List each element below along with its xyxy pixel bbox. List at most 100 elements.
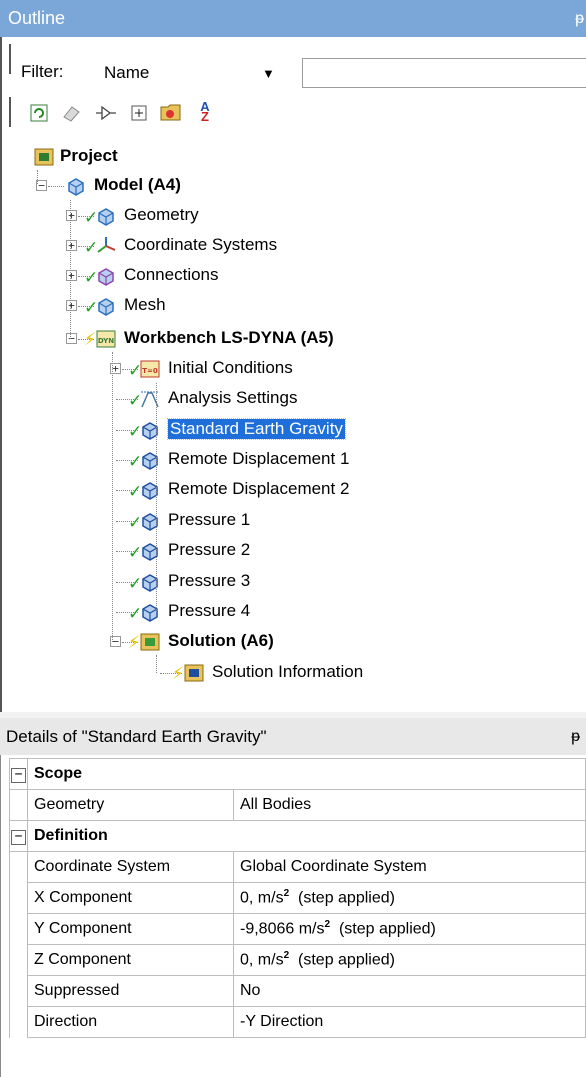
tree-node[interactable]: ✓ Remote Displacement 1 [0, 448, 586, 472]
details-row[interactable]: Geometry All Bodies [9, 789, 586, 821]
tree-node[interactable]: − Model (A4) [0, 174, 586, 198]
details-row-gutter [9, 975, 28, 1007]
svg-text:DYN: DYN [98, 337, 114, 345]
folder-icon[interactable] [160, 101, 182, 123]
tree-node-label: Geometry [124, 205, 199, 224]
details-row-value[interactable]: -9,8066 m/s2 (step applied) [233, 913, 586, 945]
pressure-icon [140, 572, 160, 592]
lsdyna-icon: DYN [96, 329, 116, 349]
details-row-key: Geometry [27, 789, 234, 821]
collapse-icon[interactable]: − [11, 768, 26, 783]
details-row-key: Direction [27, 1006, 234, 1038]
eraser-icon[interactable] [60, 102, 82, 124]
tree-node[interactable]: Project [0, 145, 586, 169]
details-row-value[interactable]: All Bodies [233, 789, 586, 821]
tree-node-label: Analysis Settings [168, 388, 298, 407]
initial-conditions-icon: T=0 [140, 359, 160, 379]
tree-node[interactable]: + ✓ Coordinate Systems [0, 234, 586, 258]
tree-node[interactable]: − ⚡ Solution (A6) [0, 630, 586, 654]
details-section-title: Scope [27, 758, 586, 790]
tree-node-label: Pressure 3 [168, 571, 251, 590]
tree-node[interactable]: ✓ Pressure 4 [0, 600, 586, 624]
coordinate-systems-icon [96, 236, 116, 256]
tree-expander[interactable]: + [66, 240, 77, 251]
pressure-icon [140, 602, 160, 622]
toolbar-grip [9, 97, 11, 127]
graph-icon[interactable] [94, 102, 116, 124]
details-row-key: Coordinate System [27, 851, 234, 883]
tree-node-label: Mesh [124, 295, 166, 314]
tree-node-label: Project [60, 146, 118, 165]
details-row-value[interactable]: 0, m/s2 (step applied) [233, 944, 586, 976]
tree-trunk-line [70, 200, 71, 339]
details-row-value[interactable]: -Y Direction [233, 1006, 586, 1038]
tree-node[interactable]: + ✓ T=0 Initial Conditions [0, 357, 586, 381]
details-value-text: -Y Direction [240, 1013, 324, 1030]
tree-node-label: Remote Displacement 1 [168, 449, 350, 468]
analysis-settings-icon [140, 389, 160, 409]
filter-dropdown[interactable]: Name ▼ [103, 62, 283, 84]
details-row-key: Z Component [27, 944, 234, 976]
collapse-icon[interactable]: − [11, 830, 26, 845]
tree-node-label: Pressure 2 [168, 540, 251, 559]
outline-panel-header: Outline ᵽ [0, 0, 586, 37]
filter-dropdown-value: Name [103, 62, 151, 84]
details-grid: − Scope Geometry All Bodies − Definition Coord… [9, 758, 586, 1038]
refresh-icon[interactable] [28, 102, 50, 124]
filter-search-input[interactable] [302, 58, 586, 88]
tree-node[interactable]: + ✓ Mesh [0, 294, 586, 318]
tree-connector [48, 186, 64, 187]
collapse-toggle[interactable]: − [9, 758, 28, 790]
details-value-suffix: (step applied) [289, 951, 395, 969]
tree-node[interactable]: ✓ Analysis Settings [0, 387, 586, 411]
model-icon [66, 176, 86, 196]
details-row[interactable]: Coordinate System Global Coordinate Syste… [9, 851, 586, 883]
tree-expander[interactable]: + [66, 270, 77, 281]
details-section-row[interactable]: − Definition [9, 820, 586, 852]
tree-node[interactable]: ✓ Pressure 3 [0, 570, 586, 594]
status-pending-icon: ⚡ [172, 664, 184, 683]
solution-information-icon [184, 663, 204, 683]
details-row[interactable]: Z Component 0, m/s2 (step applied) [9, 944, 586, 976]
details-row-gutter [9, 1006, 28, 1038]
tree-trunk-line [37, 170, 38, 184]
tree-node-label: Pressure 4 [168, 601, 251, 620]
tree-trunk-line [156, 383, 157, 612]
details-row[interactable]: Suppressed No [9, 975, 586, 1007]
details-row[interactable]: Y Component -9,8066 m/s2 (step applied) [9, 913, 586, 945]
tree-node[interactable]: ⚡ Solution Information [0, 661, 586, 685]
tree-expander[interactable]: + [66, 210, 77, 221]
tree-node[interactable]: ✓ Pressure 2 [0, 539, 586, 563]
tree-expander[interactable]: − [66, 333, 77, 344]
pressure-icon [140, 511, 160, 531]
details-row-value[interactable]: 0, m/s2 (step applied) [233, 882, 586, 914]
sort-alphabetical-icon[interactable]: AZ [194, 100, 216, 123]
details-row[interactable]: Direction -Y Direction [9, 1006, 586, 1038]
details-section-title: Definition [27, 820, 586, 852]
tree-node[interactable]: + ✓ Geometry [0, 204, 586, 228]
tree-node-label: Solution (A6) [168, 631, 274, 650]
tree-node[interactable]: − ⚡ DYN Workbench LS-DYNA (A5) [0, 327, 586, 351]
expand-all-icon[interactable] [128, 102, 150, 124]
tree-node-label: Remote Displacement 2 [168, 479, 350, 498]
collapse-toggle[interactable]: − [9, 820, 28, 852]
details-section-row[interactable]: − Scope [9, 758, 586, 790]
filter-label: Filter: [21, 62, 64, 81]
tree-node[interactable]: ✓ Remote Displacement 2 [0, 478, 586, 502]
tree-trunk-line [112, 352, 113, 642]
details-row[interactable]: X Component 0, m/s2 (step applied) [9, 882, 586, 914]
tree-expander[interactable]: + [66, 300, 77, 311]
tree-node-label: Pressure 1 [168, 510, 251, 529]
solution-icon [140, 632, 160, 652]
pin-icon[interactable]: ᵽ [575, 0, 584, 37]
details-row-value[interactable]: Global Coordinate System [233, 851, 586, 883]
outline-title: Outline [8, 8, 66, 28]
details-row-value[interactable]: No [233, 975, 586, 1007]
tree-node-label: Workbench LS-DYNA (A5) [124, 328, 334, 347]
tree-node[interactable]: + ✓ Connections [0, 264, 586, 288]
remote-displacement-icon [140, 450, 160, 470]
tree-node[interactable]: ✓ Pressure 1 [0, 509, 586, 533]
filter-row-grip [9, 44, 11, 74]
tree-node[interactable]: ✓ Standard Earth Gravity [0, 418, 586, 442]
pin-icon[interactable]: ᵽ [571, 718, 580, 755]
